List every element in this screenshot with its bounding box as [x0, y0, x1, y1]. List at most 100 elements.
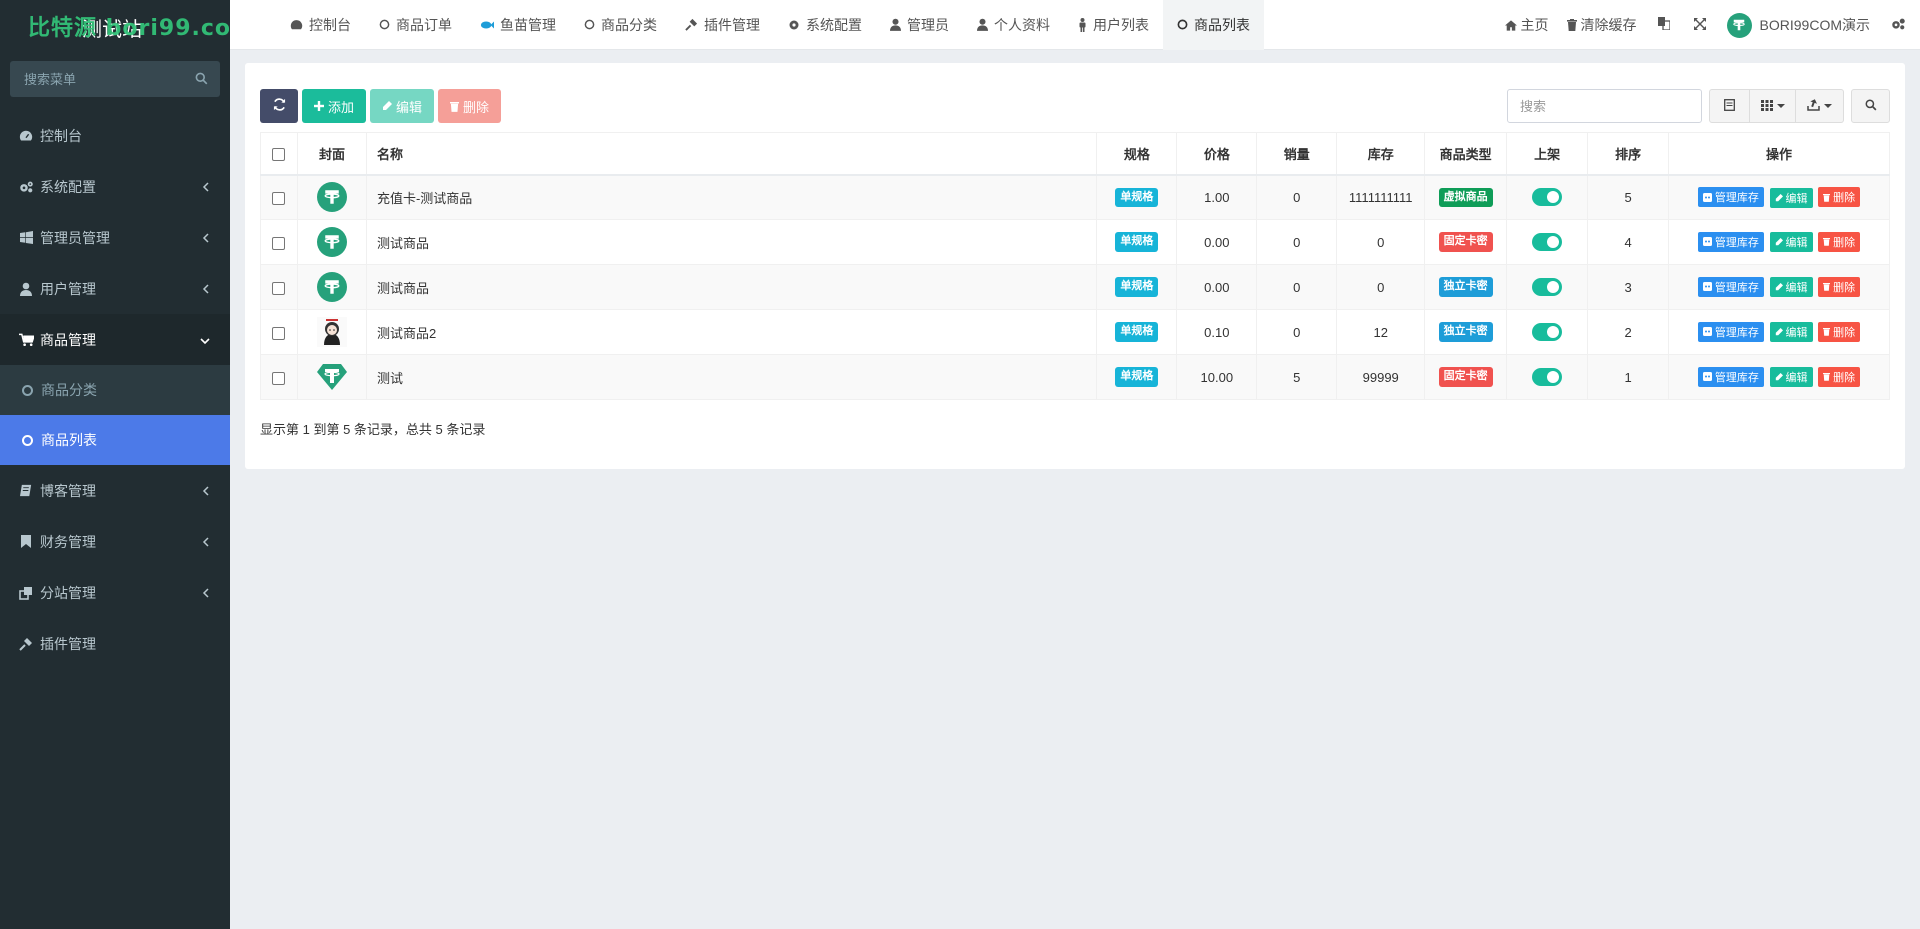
shelf-toggle[interactable] [1532, 278, 1563, 296]
col-type[interactable]: 商品类型 [1424, 132, 1508, 176]
table-row[interactable]: 测试商品 单规格 0.00 0 0 固定卡密 4 管理库存 编辑 删除 [260, 219, 1890, 265]
fullscreen-button[interactable] [1682, 0, 1718, 50]
tab-dashboard[interactable]: 控制台 [230, 0, 365, 50]
tab-plugin-manage[interactable]: 插件管理 [671, 0, 774, 50]
sidebar-item-goods-manage[interactable]: 商品管理 [0, 314, 230, 365]
edit-button[interactable]: 编辑 [370, 89, 435, 123]
row-edit-button[interactable]: 编辑 [1769, 277, 1813, 298]
manage-stock-button[interactable]: 管理库存 [1697, 187, 1764, 207]
col-price[interactable]: 价格 [1176, 132, 1258, 176]
select-all-checkbox[interactable] [272, 147, 286, 161]
sidebar-subitem-goods-category[interactable]: 商品分类 [0, 365, 230, 415]
col-sort[interactable]: 排序 [1587, 132, 1670, 176]
row-edit-button[interactable]: 编辑 [1769, 187, 1813, 208]
tab-fish-manage[interactable]: 鱼苗管理 [466, 0, 570, 50]
row-checkbox[interactable] [272, 281, 286, 295]
search-icon[interactable] [195, 72, 208, 88]
trash-icon [1566, 19, 1577, 31]
manage-stock-button[interactable]: 管理库存 [1697, 321, 1764, 342]
sidebar-item-admin-manage[interactable]: 管理员管理 [0, 212, 230, 263]
col-stock[interactable]: 库存 [1336, 132, 1426, 176]
sidebar-item-substation-manage[interactable]: 分站管理 [0, 567, 230, 618]
refresh-button[interactable] [260, 89, 298, 123]
pencil-icon [382, 101, 393, 111]
row-delete-label: 删除 [1833, 371, 1856, 384]
col-cover[interactable]: 封面 [296, 132, 367, 176]
stock-cell: 0 [1336, 264, 1426, 310]
menu-search-input[interactable] [10, 61, 220, 97]
col-spec[interactable]: 规格 [1096, 132, 1178, 176]
tab-goods-category[interactable]: 商品分类 [570, 0, 671, 50]
row-edit-button[interactable]: 编辑 [1769, 232, 1813, 253]
shelf-toggle[interactable] [1532, 368, 1563, 386]
table-search-input[interactable] [1507, 89, 1702, 123]
table-right-tools [1507, 89, 1890, 123]
tether-icon[interactable] [316, 272, 347, 302]
tether-icon[interactable] [316, 227, 347, 257]
col-shelf[interactable]: 上架 [1506, 132, 1589, 176]
trash-icon [1823, 372, 1831, 381]
shelf-toggle[interactable] [1532, 188, 1563, 207]
settings-button[interactable] [1879, 0, 1920, 50]
row-edit-button[interactable]: 编辑 [1769, 367, 1813, 388]
col-name[interactable]: 名称 [365, 132, 1098, 176]
sidebar-item-user-manage[interactable]: 用户管理 [0, 263, 230, 314]
tab-admins[interactable]: 管理员 [876, 0, 963, 50]
clear-cache-button[interactable]: 清除缓存 [1558, 0, 1646, 50]
logo[interactable]: 测试站 比特源 bori99.com 实测分享 [0, 0, 230, 50]
tab-goods-list[interactable]: 商品列表 [1163, 0, 1264, 50]
row-delete-button[interactable]: 删除 [1818, 321, 1861, 342]
cover-cell [296, 174, 367, 220]
tab-system-config[interactable]: 系统配置 [774, 0, 876, 50]
tab-user-list[interactable]: 用户列表 [1064, 0, 1163, 50]
refresh-icon [273, 98, 286, 114]
row-edit-button[interactable]: 编辑 [1769, 322, 1813, 343]
manage-stock-label: 管理库存 [1714, 192, 1759, 204]
table-row[interactable]: 测试商品 单规格 0.00 0 0 独立卡密 3 管理库存 编辑 删除 [260, 264, 1890, 310]
sidebar-item-finance-manage[interactable]: 财务管理 [0, 516, 230, 567]
row-checkbox[interactable] [272, 326, 286, 340]
row-delete-button[interactable]: 删除 [1818, 366, 1861, 387]
manage-stock-button[interactable]: 管理库存 [1697, 276, 1764, 297]
tether-shield-icon[interactable] [316, 362, 347, 392]
advanced-search-button[interactable] [1851, 89, 1890, 123]
table-row[interactable]: 测试商品2 单规格 0.10 0 12 独立卡密 2 管理库存 编辑 删除 [260, 309, 1890, 355]
shelf-toggle[interactable] [1532, 323, 1563, 341]
delete-button[interactable]: 删除 [438, 89, 502, 123]
character-image[interactable] [316, 317, 347, 347]
toggle-view-button[interactable] [1709, 89, 1750, 123]
manage-stock-button[interactable]: 管理库存 [1697, 231, 1764, 252]
tab-label: 商品分类 [601, 16, 657, 33]
sidebar-item-system-config[interactable]: 系统配置 [0, 161, 230, 212]
user-icon [18, 281, 34, 297]
table-row[interactable]: 测试 单规格 10.00 5 99999 固定卡密 1 管理库存 编辑 删除 [260, 354, 1890, 400]
home-link[interactable]: 主页 [1496, 0, 1558, 50]
dot-grid-icon [1702, 327, 1712, 337]
user-menu[interactable]: BORI99COM演示 [1718, 0, 1879, 50]
manage-stock-button[interactable]: 管理库存 [1697, 366, 1764, 387]
sidebar-item-plugin-manage[interactable]: 插件管理 [0, 618, 230, 669]
columns-button[interactable] [1750, 89, 1796, 123]
spec-badge: 单规格 [1115, 187, 1159, 207]
sidebar-subitem-goods-list[interactable]: 商品列表 [0, 415, 230, 465]
export-button[interactable] [1796, 89, 1844, 123]
col-sales[interactable]: 销量 [1256, 132, 1338, 176]
row-checkbox[interactable] [272, 191, 286, 205]
delete-label: 删除 [463, 99, 490, 115]
tab-profile[interactable]: 个人资料 [963, 0, 1064, 50]
tab-label: 管理员 [907, 16, 949, 33]
row-delete-button[interactable]: 删除 [1818, 187, 1861, 207]
tab-goods-orders[interactable]: 商品订单 [365, 0, 466, 50]
translate-button[interactable] [1646, 0, 1682, 50]
shelf-toggle[interactable] [1532, 233, 1563, 251]
table-row[interactable]: 充值卡-测试商品 单规格 1.00 0 1111111111 虚拟商品 5 管理… [260, 174, 1890, 220]
sidebar-item-blog-manage[interactable]: 博客管理 [0, 465, 230, 516]
stock-cell: 12 [1336, 309, 1426, 355]
tether-icon[interactable] [316, 182, 347, 213]
row-delete-button[interactable]: 删除 [1818, 231, 1861, 252]
row-checkbox[interactable] [272, 371, 286, 385]
add-button[interactable]: 添加 [302, 89, 367, 123]
row-checkbox[interactable] [272, 236, 286, 250]
row-delete-button[interactable]: 删除 [1818, 276, 1861, 297]
sidebar-item-dashboard[interactable]: 控制台 [0, 110, 230, 161]
